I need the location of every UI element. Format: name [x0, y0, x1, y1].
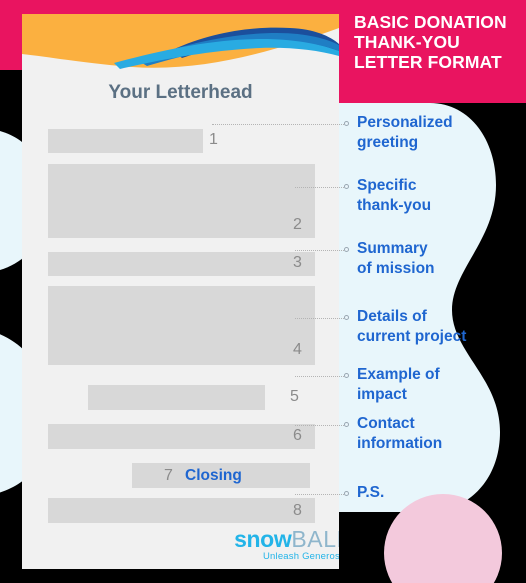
placeholder-row	[48, 286, 315, 365]
row-number: 3	[293, 254, 302, 271]
row-number: 1	[209, 131, 218, 148]
placeholder-bar	[48, 424, 315, 449]
page-title: BASIC DONATION THANK-YOU LETTER FORMAT	[354, 12, 507, 72]
connector-dot	[344, 491, 349, 496]
connector-dot	[344, 422, 349, 427]
row-number: 2	[293, 216, 302, 233]
placeholder-row	[48, 424, 315, 449]
connector-line	[295, 318, 344, 320]
placeholder-bar	[88, 385, 265, 410]
connector-line	[295, 250, 344, 252]
placeholder-bar	[48, 252, 315, 276]
connector-dot	[344, 315, 349, 320]
connector-dot	[344, 247, 349, 252]
connector-line	[295, 494, 344, 496]
letterhead-wave-graphic	[22, 14, 339, 72]
snowball-logo: snowBALL Unleash Generosity	[200, 527, 339, 563]
logo-tagline: Unleash Generosity	[262, 551, 339, 562]
row-number: 8	[293, 502, 302, 519]
letterhead-title: Your Letterhead	[108, 82, 253, 103]
placeholder-bar	[48, 498, 315, 523]
row-number: 4	[293, 341, 302, 358]
placeholder-bar	[48, 164, 315, 238]
logo-ball-text: BALL	[291, 526, 339, 552]
annotation-label-example-of-impact: Example of impact	[357, 366, 440, 403]
placeholder-bar	[48, 286, 315, 365]
row-number: 7	[164, 467, 173, 484]
screenshot-root: BASIC DONATION THANK-YOU LETTER FORMAT Y…	[0, 0, 526, 583]
placeholder-row	[48, 252, 315, 276]
row-number: 5	[290, 388, 299, 405]
connector-line	[295, 376, 344, 378]
annotation-label-personalized-greeting: Personalized greeting	[357, 114, 453, 151]
annotation-label-specific-thank-you: Specific thank-you	[357, 177, 432, 214]
closing-label: Closing	[185, 467, 242, 484]
annotation-label-contact-information: Contact information	[357, 415, 443, 452]
placeholder-bar	[48, 129, 203, 153]
logo-wordmark: snowBALL	[200, 527, 339, 551]
connector-line	[212, 124, 344, 126]
connector-line	[295, 187, 344, 189]
header-left-strip	[0, 0, 22, 70]
letter-card: Your Letterhead 1 2 3 4 5 6 7 Closing 8 …	[22, 14, 339, 569]
placeholder-row	[48, 129, 203, 153]
logo-snow-text: snow	[234, 526, 292, 552]
annotation-label-ps: P.S.	[357, 484, 385, 501]
placeholder-row	[48, 164, 315, 238]
annotation-label-details-of-current-project: Details of current project	[357, 308, 467, 345]
connector-dot	[344, 184, 349, 189]
connector-dot	[344, 121, 349, 126]
row-number: 6	[293, 427, 302, 444]
placeholder-row	[88, 385, 265, 410]
annotation-label-summary-of-mission: Summary of mission	[357, 240, 435, 277]
placeholder-row	[48, 498, 315, 523]
connector-line	[295, 425, 344, 427]
connector-dot	[344, 373, 349, 378]
